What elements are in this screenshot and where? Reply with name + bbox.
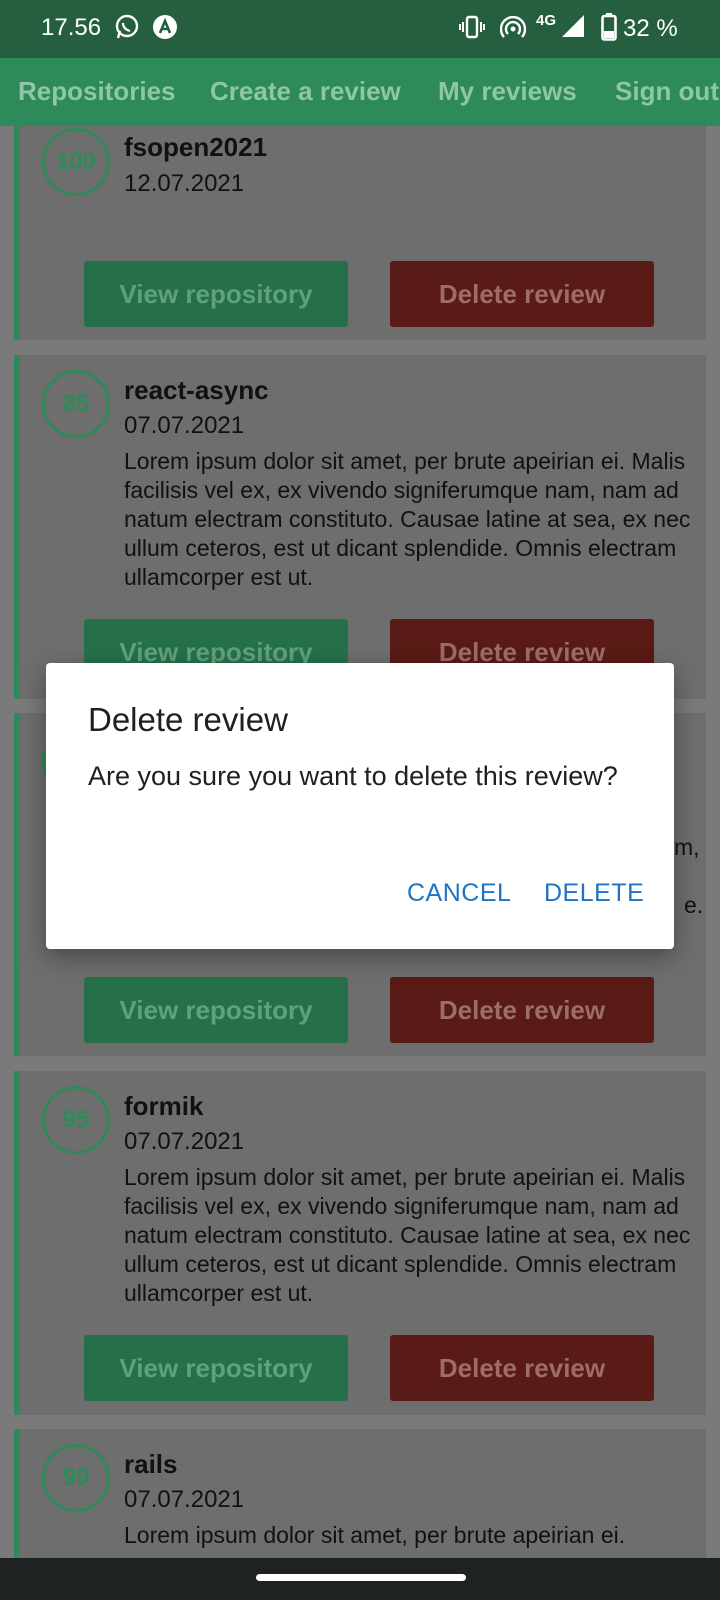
review-text: Lorem ipsum dolor sit amet, per brute ap… [124, 1164, 691, 1306]
view-repository-button[interactable]: View repository [84, 977, 348, 1043]
review-card: 95 formik 07.07.2021 Lorem ipsum dolor s… [14, 1071, 706, 1415]
review-date: 07.07.2021 [124, 1128, 245, 1155]
tab-my-reviews[interactable]: My reviews [438, 76, 577, 107]
vibrate-icon [459, 15, 485, 39]
review-card: 100 fsopen2021 12.07.2021 View repositor… [14, 126, 706, 340]
dialog-title: Delete review [88, 701, 288, 738]
home-gesture-handle[interactable] [256, 1574, 466, 1581]
view-repository-button[interactable]: View repository [84, 261, 348, 327]
hotspot-icon [500, 15, 526, 38]
review-card: 99 rails 07.07.2021 Lorem ipsum dolor si… [14, 1429, 706, 1569]
delete-review-dialog: Delete review Are you sure you want to d… [46, 663, 674, 949]
review-text-fragment: m, [674, 834, 700, 860]
rating-circle: 85 [42, 370, 110, 438]
tab-sign-out[interactable]: Sign out [615, 76, 719, 107]
rating-circle: 95 [42, 1086, 110, 1154]
delete-review-button[interactable]: Delete review [390, 261, 654, 327]
cancel-button[interactable]: CANCEL [407, 879, 511, 908]
review-text: Lorem ipsum dolor sit amet, per brute ap… [124, 448, 691, 590]
rating-circle: 99 [42, 1444, 110, 1512]
tab-repositories[interactable]: Repositories [18, 76, 176, 107]
app-bar: Repositories Create a review My reviews … [0, 58, 720, 126]
review-date: 07.07.2021 [124, 1486, 245, 1513]
battery-percent: 32 % [623, 15, 678, 42]
app-notification-icon [153, 15, 177, 39]
view-repository-button[interactable]: View repository [84, 1335, 348, 1401]
repository-name: fsopen2021 [124, 132, 268, 162]
battery-icon [601, 13, 617, 41]
status-bar: 17.56 4G 32 % [0, 0, 720, 58]
repository-name: rails [124, 1449, 178, 1479]
delete-review-button[interactable]: Delete review [390, 977, 654, 1043]
signal-icon [562, 15, 584, 37]
tab-create-review[interactable]: Create a review [210, 76, 401, 107]
network-type: 4G [536, 12, 557, 29]
confirm-delete-button[interactable]: DELETE [544, 879, 644, 908]
status-time: 17.56 [41, 14, 102, 41]
review-text: Lorem ipsum dolor sit amet, per brute ap… [124, 1522, 626, 1548]
system-navigation-bar [0, 1558, 720, 1600]
review-card: 85 react-async 07.07.2021 Lorem ipsum do… [14, 355, 706, 699]
review-date: 12.07.2021 [124, 170, 245, 197]
review-text-fragment: e. [684, 892, 704, 918]
dialog-message: Are you sure you want to delete this rev… [88, 761, 618, 791]
rating-circle: 100 [42, 128, 110, 196]
review-date: 07.07.2021 [124, 412, 245, 439]
repository-name: react-async [124, 375, 269, 405]
delete-review-button[interactable]: Delete review [390, 1335, 654, 1401]
whatsapp-icon [115, 14, 139, 39]
repository-name: formik [124, 1091, 204, 1121]
